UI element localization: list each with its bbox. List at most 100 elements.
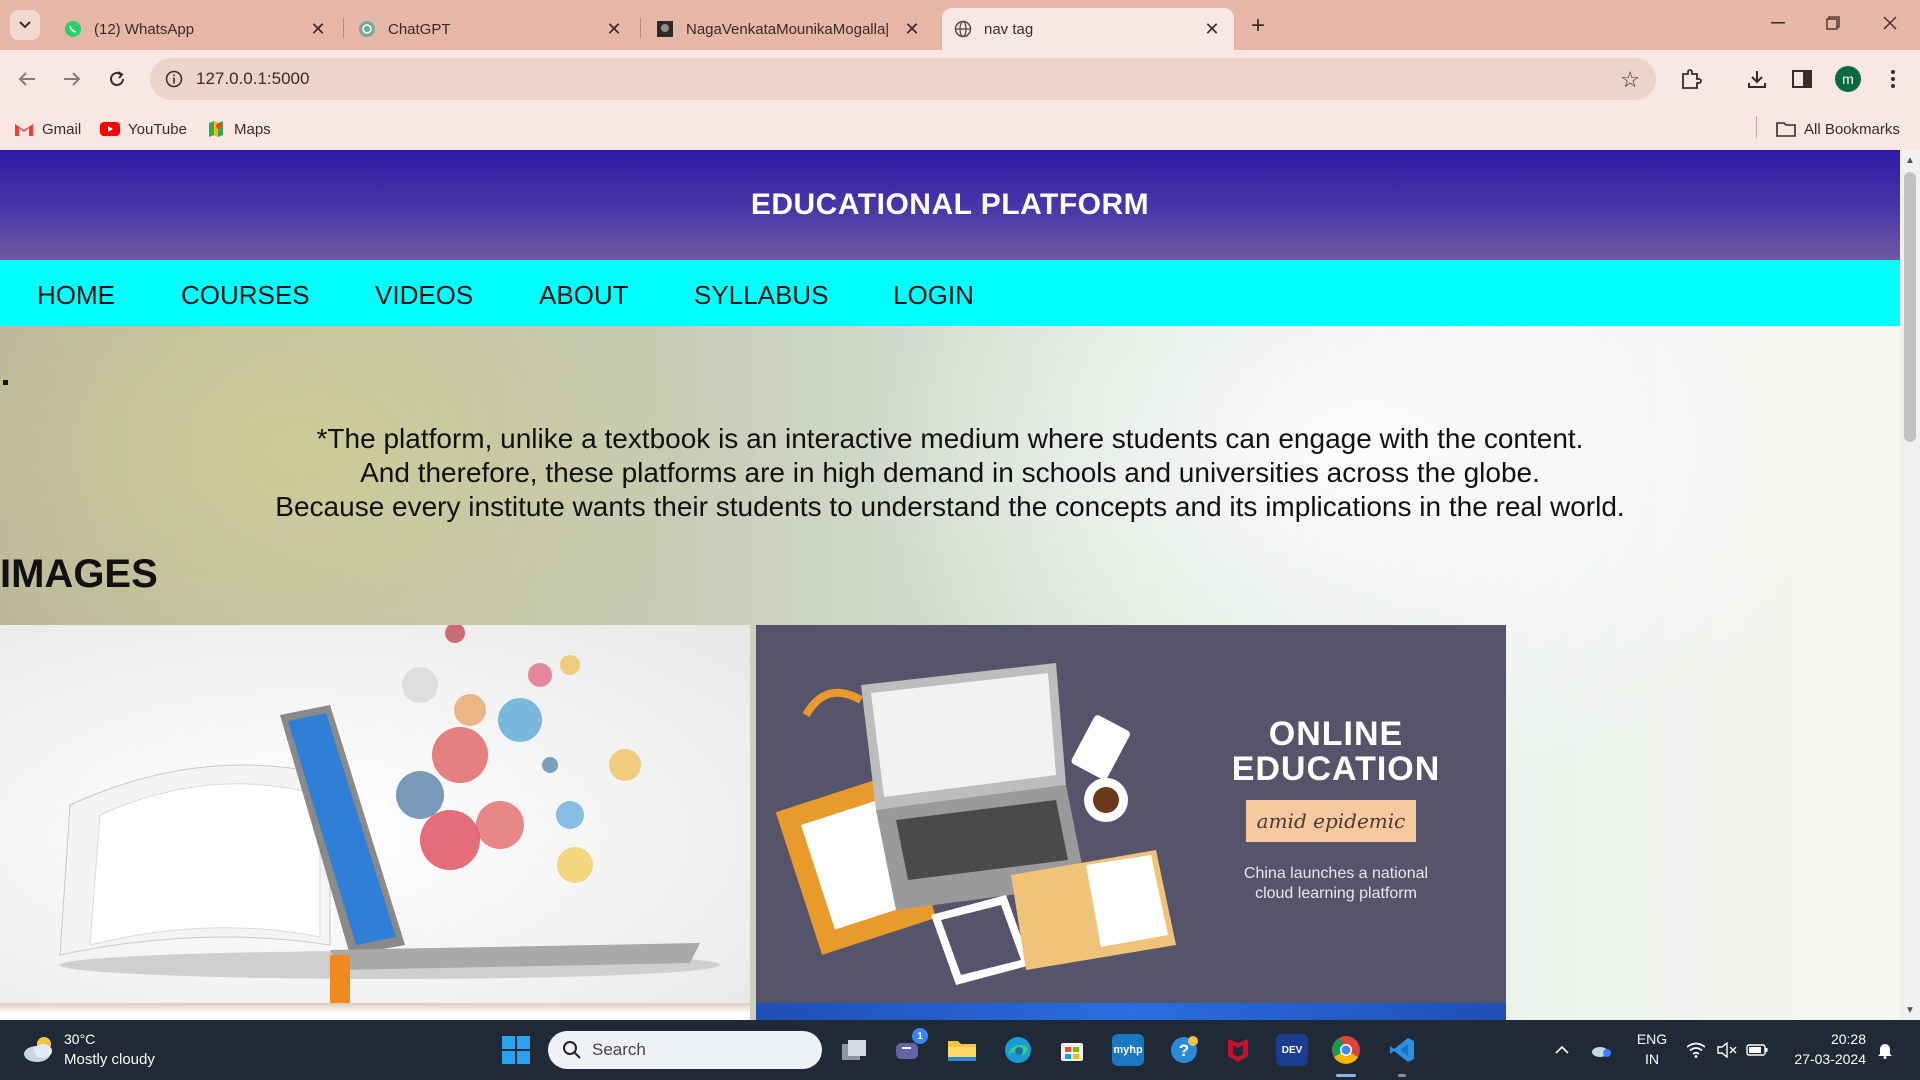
address-bar[interactable]: 127.0.0.1:5000 ☆ xyxy=(150,58,1656,100)
restore-button[interactable] xyxy=(1813,8,1853,38)
tab-chatgpt[interactable]: ChatGPT ✕ xyxy=(346,8,636,50)
nav-link-syllabus[interactable]: SYLLABUS xyxy=(694,280,828,311)
close-icon[interactable]: ✕ xyxy=(604,19,624,39)
tab-search-button[interactable] xyxy=(10,10,40,40)
vertical-scrollbar[interactable]: ▲ ▼ xyxy=(1900,150,1920,1020)
clock-date[interactable]: 27-03-2024 xyxy=(1776,1051,1866,1067)
clock-time[interactable]: 20:28 xyxy=(1776,1031,1866,1047)
nav-link-about[interactable]: ABOUT xyxy=(539,280,629,311)
bookmark-maps[interactable]: Maps xyxy=(206,116,271,142)
image-online-education: ONLINE EDUCATION amid epidemic China lau… xyxy=(756,625,1506,1003)
tab-title: ChatGPT xyxy=(388,20,451,38)
tab-separator xyxy=(343,18,344,38)
new-tab-button[interactable]: + xyxy=(1244,12,1272,40)
puzzle-icon xyxy=(1682,69,1702,89)
region-indicator[interactable]: IN xyxy=(1632,1051,1672,1067)
file-explorer-icon[interactable] xyxy=(946,1034,978,1066)
globe-icon xyxy=(954,20,972,38)
nav-link-home[interactable]: HOME xyxy=(37,280,115,311)
volume-muted-icon[interactable] xyxy=(1716,1040,1738,1060)
windows-logo-tile xyxy=(502,1036,515,1049)
tab-whatsapp[interactable]: (12) WhatsApp ✕ xyxy=(52,8,340,50)
myhp-icon[interactable]: myhp xyxy=(1112,1034,1144,1066)
back-button[interactable] xyxy=(12,64,42,94)
nav-link-courses[interactable]: COURSES xyxy=(181,280,310,311)
taskbar-search[interactable]: Search xyxy=(548,1031,822,1069)
show-hidden-icons[interactable] xyxy=(1551,1040,1573,1060)
mcafee-icon[interactable] xyxy=(1222,1034,1254,1066)
menu-button[interactable] xyxy=(1878,64,1908,94)
bookmark-star-icon[interactable]: ☆ xyxy=(1620,67,1640,93)
url-text[interactable]: 127.0.0.1:5000 xyxy=(196,69,309,89)
tab-title: nav tag xyxy=(984,20,1034,38)
kebab-menu-icon xyxy=(1891,70,1895,88)
extensions-button[interactable] xyxy=(1676,64,1706,94)
search-icon xyxy=(563,1041,581,1059)
education-title-1: ONLINE xyxy=(1268,715,1404,753)
close-icon[interactable]: ✕ xyxy=(308,19,328,39)
dev-home-icon[interactable]: DEV xyxy=(1276,1034,1308,1066)
notification-bell-icon[interactable] xyxy=(1874,1040,1896,1060)
all-bookmarks-label: All Bookmarks xyxy=(1804,120,1900,138)
nav-link-videos[interactable]: VIDEOS xyxy=(375,280,473,311)
onedrive-icon[interactable] xyxy=(1590,1040,1612,1060)
images-heading: IMAGES xyxy=(0,552,158,596)
scroll-down-icon[interactable]: ▼ xyxy=(1900,1002,1920,1018)
browser-toolbar: 127.0.0.1:5000 ☆ m xyxy=(0,50,1920,108)
windows-logo-tile xyxy=(502,1051,515,1064)
close-icon[interactable]: ✕ xyxy=(1202,19,1222,39)
tab-nav-tag[interactable]: nav tag ✕ xyxy=(942,8,1234,50)
notification-badge: 1 xyxy=(912,1028,928,1044)
forward-button[interactable] xyxy=(57,64,87,94)
reload-icon xyxy=(110,71,124,86)
cloudy-weather-icon[interactable] xyxy=(22,1034,56,1064)
edge-browser-icon[interactable] xyxy=(1002,1034,1034,1066)
weather-temperature[interactable]: 30°C xyxy=(64,1031,95,1047)
scroll-up-icon[interactable]: ▲ xyxy=(1900,152,1920,168)
image-partial xyxy=(756,1003,1506,1020)
microsoft-store-icon[interactable] xyxy=(1056,1034,1088,1066)
chrome-icon[interactable] xyxy=(1330,1034,1362,1066)
search-label: Search xyxy=(592,1040,646,1059)
chevron-down-icon xyxy=(19,21,31,29)
language-indicator[interactable]: ENG xyxy=(1632,1031,1672,1047)
back-arrow-icon xyxy=(18,72,35,86)
intro-line: And therefore, these platforms are in hi… xyxy=(360,457,1540,488)
close-window-button[interactable] xyxy=(1870,8,1910,38)
teams-chat-icon[interactable]: 1 xyxy=(892,1028,928,1066)
profile-avatar[interactable]: m xyxy=(1835,66,1861,92)
wifi-icon[interactable] xyxy=(1685,1040,1707,1060)
scrollbar-thumb[interactable] xyxy=(1904,172,1916,442)
downloads-button[interactable] xyxy=(1742,64,1772,94)
bookmark-youtube[interactable]: YouTube xyxy=(100,116,187,142)
intro-text: *The platform, unlike a textbook is an i… xyxy=(0,422,1900,524)
image-laptop-book xyxy=(0,625,750,1003)
windows-logo-tile xyxy=(517,1036,530,1049)
reload-button[interactable] xyxy=(102,64,132,94)
restore-icon xyxy=(1826,16,1840,30)
start-button[interactable] xyxy=(502,1036,530,1064)
bookmark-label: YouTube xyxy=(128,120,187,138)
bookmark-label: Gmail xyxy=(42,120,82,138)
bookmark-gmail[interactable]: Gmail xyxy=(14,116,81,142)
weather-description[interactable]: Mostly cloudy xyxy=(64,1051,155,1068)
download-icon xyxy=(1748,71,1766,88)
side-panel-button[interactable] xyxy=(1787,64,1817,94)
intro-line: Because every institute wants their stud… xyxy=(275,491,1625,522)
site-nav: HOME COURSES VIDEOS ABOUT SYLLABUS LOGIN xyxy=(0,260,1900,326)
site-info-icon[interactable] xyxy=(162,67,186,91)
task-view-icon[interactable] xyxy=(838,1034,870,1066)
education-caption-1: China launches a national xyxy=(1243,865,1429,882)
close-icon[interactable]: ✕ xyxy=(902,19,922,39)
nav-link-login[interactable]: LOGIN xyxy=(893,280,974,311)
help-icon[interactable]: ? xyxy=(1168,1034,1200,1066)
battery-icon[interactable] xyxy=(1746,1040,1768,1060)
tab-title: NagaVenkataMounikaMogalla| xyxy=(686,20,890,38)
all-bookmarks-button[interactable]: All Bookmarks xyxy=(1776,116,1900,142)
youtube-icon xyxy=(100,120,120,138)
minimize-button[interactable] xyxy=(1758,8,1798,38)
vscode-icon[interactable] xyxy=(1386,1034,1418,1066)
tab-github[interactable]: NagaVenkataMounikaMogalla| ✕ xyxy=(644,8,934,50)
epidemic-ribbon: amid epidemic xyxy=(1246,800,1416,842)
site-header: EDUCATIONAL PLATFORM xyxy=(0,150,1900,260)
